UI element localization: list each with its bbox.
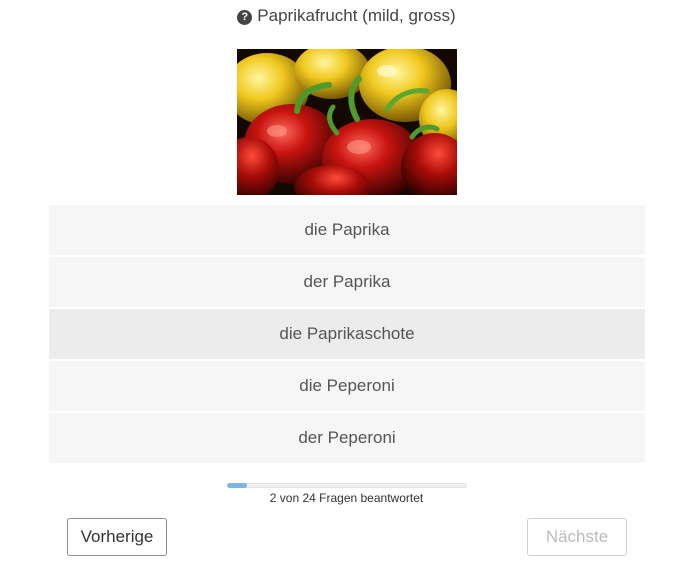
progress-bar bbox=[227, 483, 467, 488]
question-title: ? Paprikafrucht (mild, gross) bbox=[0, 6, 693, 26]
progress-bar-fill bbox=[227, 483, 247, 488]
question-circle-icon: ? bbox=[237, 10, 253, 25]
question-image bbox=[237, 49, 457, 195]
answer-list: die Paprika der Paprika die Paprikaschot… bbox=[49, 205, 645, 465]
previous-button[interactable]: Vorherige bbox=[67, 518, 167, 556]
answer-option-die-paprikaschote[interactable]: die Paprikaschote bbox=[49, 309, 645, 359]
progress-text: 2 von 24 Fragen beantwortet bbox=[269, 491, 424, 505]
answer-option-der-peperoni[interactable]: der Peperoni bbox=[49, 413, 645, 463]
question-text: Paprikafrucht (mild, gross) bbox=[257, 6, 456, 25]
answer-option-die-peperoni[interactable]: die Peperoni bbox=[49, 361, 645, 411]
answer-option-der-paprika[interactable]: der Paprika bbox=[49, 257, 645, 307]
answer-option-die-paprika[interactable]: die Paprika bbox=[49, 205, 645, 255]
next-button[interactable]: Nächste bbox=[527, 518, 627, 556]
